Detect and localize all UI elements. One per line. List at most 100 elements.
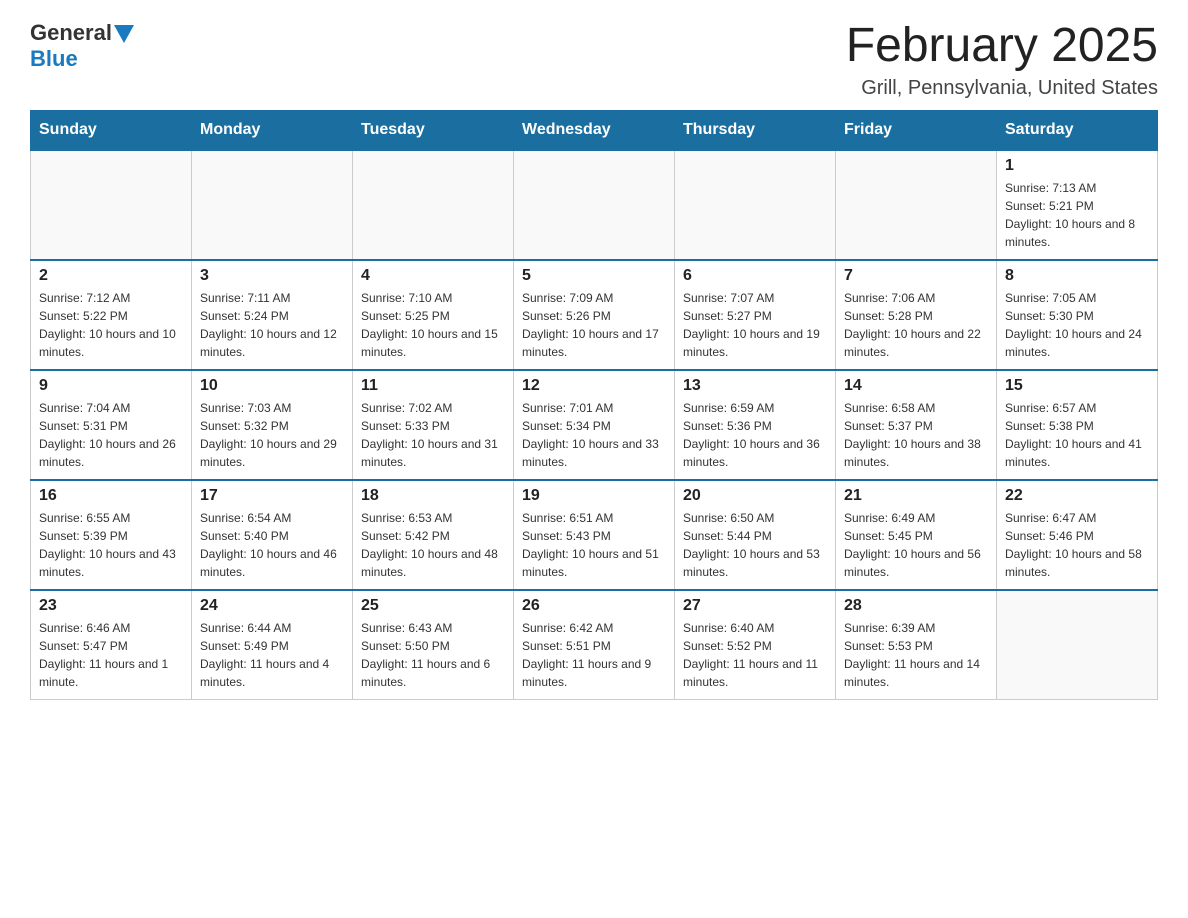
calendar-cell: 18 Sunrise: 6:53 AMSunset: 5:42 PMDayligh… xyxy=(353,480,514,590)
day-number: 21 xyxy=(844,487,988,505)
day-info: Sunrise: 6:53 AMSunset: 5:42 PMDaylight:… xyxy=(361,509,505,581)
logo-blue-text: Blue xyxy=(30,46,78,72)
day-info: Sunrise: 6:44 AMSunset: 5:49 PMDaylight:… xyxy=(200,619,344,691)
month-title: February 2025 xyxy=(846,20,1158,73)
day-info: Sunrise: 6:46 AMSunset: 5:47 PMDaylight:… xyxy=(39,619,183,691)
day-number: 22 xyxy=(1005,487,1149,505)
day-info: Sunrise: 7:06 AMSunset: 5:28 PMDaylight:… xyxy=(844,289,988,361)
calendar-cell: 8 Sunrise: 7:05 AMSunset: 5:30 PMDaylight… xyxy=(997,260,1158,370)
calendar-header-tuesday: Tuesday xyxy=(353,110,514,150)
calendar-cell xyxy=(31,150,192,260)
day-number: 3 xyxy=(200,267,344,285)
day-number: 14 xyxy=(844,377,988,395)
day-number: 26 xyxy=(522,597,666,615)
day-number: 4 xyxy=(361,267,505,285)
calendar-week-3: 9 Sunrise: 7:04 AMSunset: 5:31 PMDaylight… xyxy=(31,370,1158,480)
day-number: 23 xyxy=(39,597,183,615)
calendar-cell: 22 Sunrise: 6:47 AMSunset: 5:46 PMDayligh… xyxy=(997,480,1158,590)
calendar-cell: 21 Sunrise: 6:49 AMSunset: 5:45 PMDayligh… xyxy=(836,480,997,590)
calendar-cell xyxy=(836,150,997,260)
day-info: Sunrise: 7:02 AMSunset: 5:33 PMDaylight:… xyxy=(361,399,505,471)
day-number: 9 xyxy=(39,377,183,395)
day-number: 20 xyxy=(683,487,827,505)
calendar-cell xyxy=(675,150,836,260)
day-info: Sunrise: 7:13 AMSunset: 5:21 PMDaylight:… xyxy=(1005,179,1149,251)
day-number: 17 xyxy=(200,487,344,505)
day-number: 15 xyxy=(1005,377,1149,395)
day-info: Sunrise: 6:47 AMSunset: 5:46 PMDaylight:… xyxy=(1005,509,1149,581)
day-info: Sunrise: 6:57 AMSunset: 5:38 PMDaylight:… xyxy=(1005,399,1149,471)
calendar-cell: 1 Sunrise: 7:13 AMSunset: 5:21 PMDaylight… xyxy=(997,150,1158,260)
calendar-week-4: 16 Sunrise: 6:55 AMSunset: 5:39 PMDayligh… xyxy=(31,480,1158,590)
day-number: 8 xyxy=(1005,267,1149,285)
day-info: Sunrise: 6:49 AMSunset: 5:45 PMDaylight:… xyxy=(844,509,988,581)
location-title: Grill, Pennsylvania, United States xyxy=(846,77,1158,100)
day-number: 12 xyxy=(522,377,666,395)
day-number: 16 xyxy=(39,487,183,505)
calendar-cell: 5 Sunrise: 7:09 AMSunset: 5:26 PMDaylight… xyxy=(514,260,675,370)
calendar-table: SundayMondayTuesdayWednesdayThursdayFrid… xyxy=(30,110,1158,701)
day-info: Sunrise: 7:04 AMSunset: 5:31 PMDaylight:… xyxy=(39,399,183,471)
day-number: 25 xyxy=(361,597,505,615)
calendar-cell xyxy=(353,150,514,260)
day-info: Sunrise: 6:58 AMSunset: 5:37 PMDaylight:… xyxy=(844,399,988,471)
day-number: 24 xyxy=(200,597,344,615)
calendar-week-2: 2Sunrise: 7:12 AMSunset: 5:22 PMDaylight… xyxy=(31,260,1158,370)
day-info: Sunrise: 7:11 AMSunset: 5:24 PMDaylight:… xyxy=(200,289,344,361)
calendar-cell: 19 Sunrise: 6:51 AMSunset: 5:43 PMDayligh… xyxy=(514,480,675,590)
calendar-cell: 17Sunrise: 6:54 AMSunset: 5:40 PMDayligh… xyxy=(192,480,353,590)
calendar-header-monday: Monday xyxy=(192,110,353,150)
calendar-cell: 9 Sunrise: 7:04 AMSunset: 5:31 PMDaylight… xyxy=(31,370,192,480)
calendar-cell: 27 Sunrise: 6:40 AMSunset: 5:52 PMDayligh… xyxy=(675,590,836,700)
calendar-cell: 28 Sunrise: 6:39 AMSunset: 5:53 PMDayligh… xyxy=(836,590,997,700)
calendar-cell: 13Sunrise: 6:59 AMSunset: 5:36 PMDayligh… xyxy=(675,370,836,480)
calendar-cell: 14 Sunrise: 6:58 AMSunset: 5:37 PMDayligh… xyxy=(836,370,997,480)
day-info: Sunrise: 6:40 AMSunset: 5:52 PMDaylight:… xyxy=(683,619,827,691)
calendar-header-friday: Friday xyxy=(836,110,997,150)
logo-triangle-icon xyxy=(114,25,134,43)
calendar-header-thursday: Thursday xyxy=(675,110,836,150)
day-info: Sunrise: 7:07 AMSunset: 5:27 PMDaylight:… xyxy=(683,289,827,361)
day-number: 7 xyxy=(844,267,988,285)
day-info: Sunrise: 6:50 AMSunset: 5:44 PMDaylight:… xyxy=(683,509,827,581)
calendar-cell xyxy=(192,150,353,260)
calendar-cell: 24 Sunrise: 6:44 AMSunset: 5:49 PMDayligh… xyxy=(192,590,353,700)
calendar-cell: 16 Sunrise: 6:55 AMSunset: 5:39 PMDayligh… xyxy=(31,480,192,590)
calendar-week-1: 1 Sunrise: 7:13 AMSunset: 5:21 PMDaylight… xyxy=(31,150,1158,260)
logo: General Blue xyxy=(30,20,134,72)
day-number: 1 xyxy=(1005,157,1149,175)
calendar-cell: 26 Sunrise: 6:42 AMSunset: 5:51 PMDayligh… xyxy=(514,590,675,700)
day-number: 2 xyxy=(39,267,183,285)
calendar-cell: 7 Sunrise: 7:06 AMSunset: 5:28 PMDaylight… xyxy=(836,260,997,370)
day-info: Sunrise: 6:51 AMSunset: 5:43 PMDaylight:… xyxy=(522,509,666,581)
day-info: Sunrise: 7:01 AMSunset: 5:34 PMDaylight:… xyxy=(522,399,666,471)
calendar-cell: 6 Sunrise: 7:07 AMSunset: 5:27 PMDaylight… xyxy=(675,260,836,370)
calendar-header-saturday: Saturday xyxy=(997,110,1158,150)
day-number: 5 xyxy=(522,267,666,285)
title-block: February 2025 Grill, Pennsylvania, Unite… xyxy=(846,20,1158,100)
day-info: Sunrise: 6:55 AMSunset: 5:39 PMDaylight:… xyxy=(39,509,183,581)
calendar-cell: 3 Sunrise: 7:11 AMSunset: 5:24 PMDaylight… xyxy=(192,260,353,370)
day-info: Sunrise: 6:39 AMSunset: 5:53 PMDaylight:… xyxy=(844,619,988,691)
calendar-cell: 11 Sunrise: 7:02 AMSunset: 5:33 PMDayligh… xyxy=(353,370,514,480)
day-info: Sunrise: 7:05 AMSunset: 5:30 PMDaylight:… xyxy=(1005,289,1149,361)
page-header: General Blue February 2025 Grill, Pennsy… xyxy=(30,20,1158,100)
day-number: 18 xyxy=(361,487,505,505)
logo-general-text: General xyxy=(30,20,112,46)
day-number: 6 xyxy=(683,267,827,285)
day-info: Sunrise: 6:43 AMSunset: 5:50 PMDaylight:… xyxy=(361,619,505,691)
day-number: 28 xyxy=(844,597,988,615)
calendar-cell: 25 Sunrise: 6:43 AMSunset: 5:50 PMDayligh… xyxy=(353,590,514,700)
day-number: 27 xyxy=(683,597,827,615)
calendar-cell xyxy=(997,590,1158,700)
calendar-cell: 10Sunrise: 7:03 AMSunset: 5:32 PMDayligh… xyxy=(192,370,353,480)
calendar-cell: 20 Sunrise: 6:50 AMSunset: 5:44 PMDayligh… xyxy=(675,480,836,590)
day-info: Sunrise: 7:09 AMSunset: 5:26 PMDaylight:… xyxy=(522,289,666,361)
day-info: Sunrise: 6:42 AMSunset: 5:51 PMDaylight:… xyxy=(522,619,666,691)
calendar-header-wednesday: Wednesday xyxy=(514,110,675,150)
day-number: 19 xyxy=(522,487,666,505)
day-number: 13 xyxy=(683,377,827,395)
calendar-cell xyxy=(514,150,675,260)
calendar-cell: 15 Sunrise: 6:57 AMSunset: 5:38 PMDayligh… xyxy=(997,370,1158,480)
day-number: 11 xyxy=(361,377,505,395)
